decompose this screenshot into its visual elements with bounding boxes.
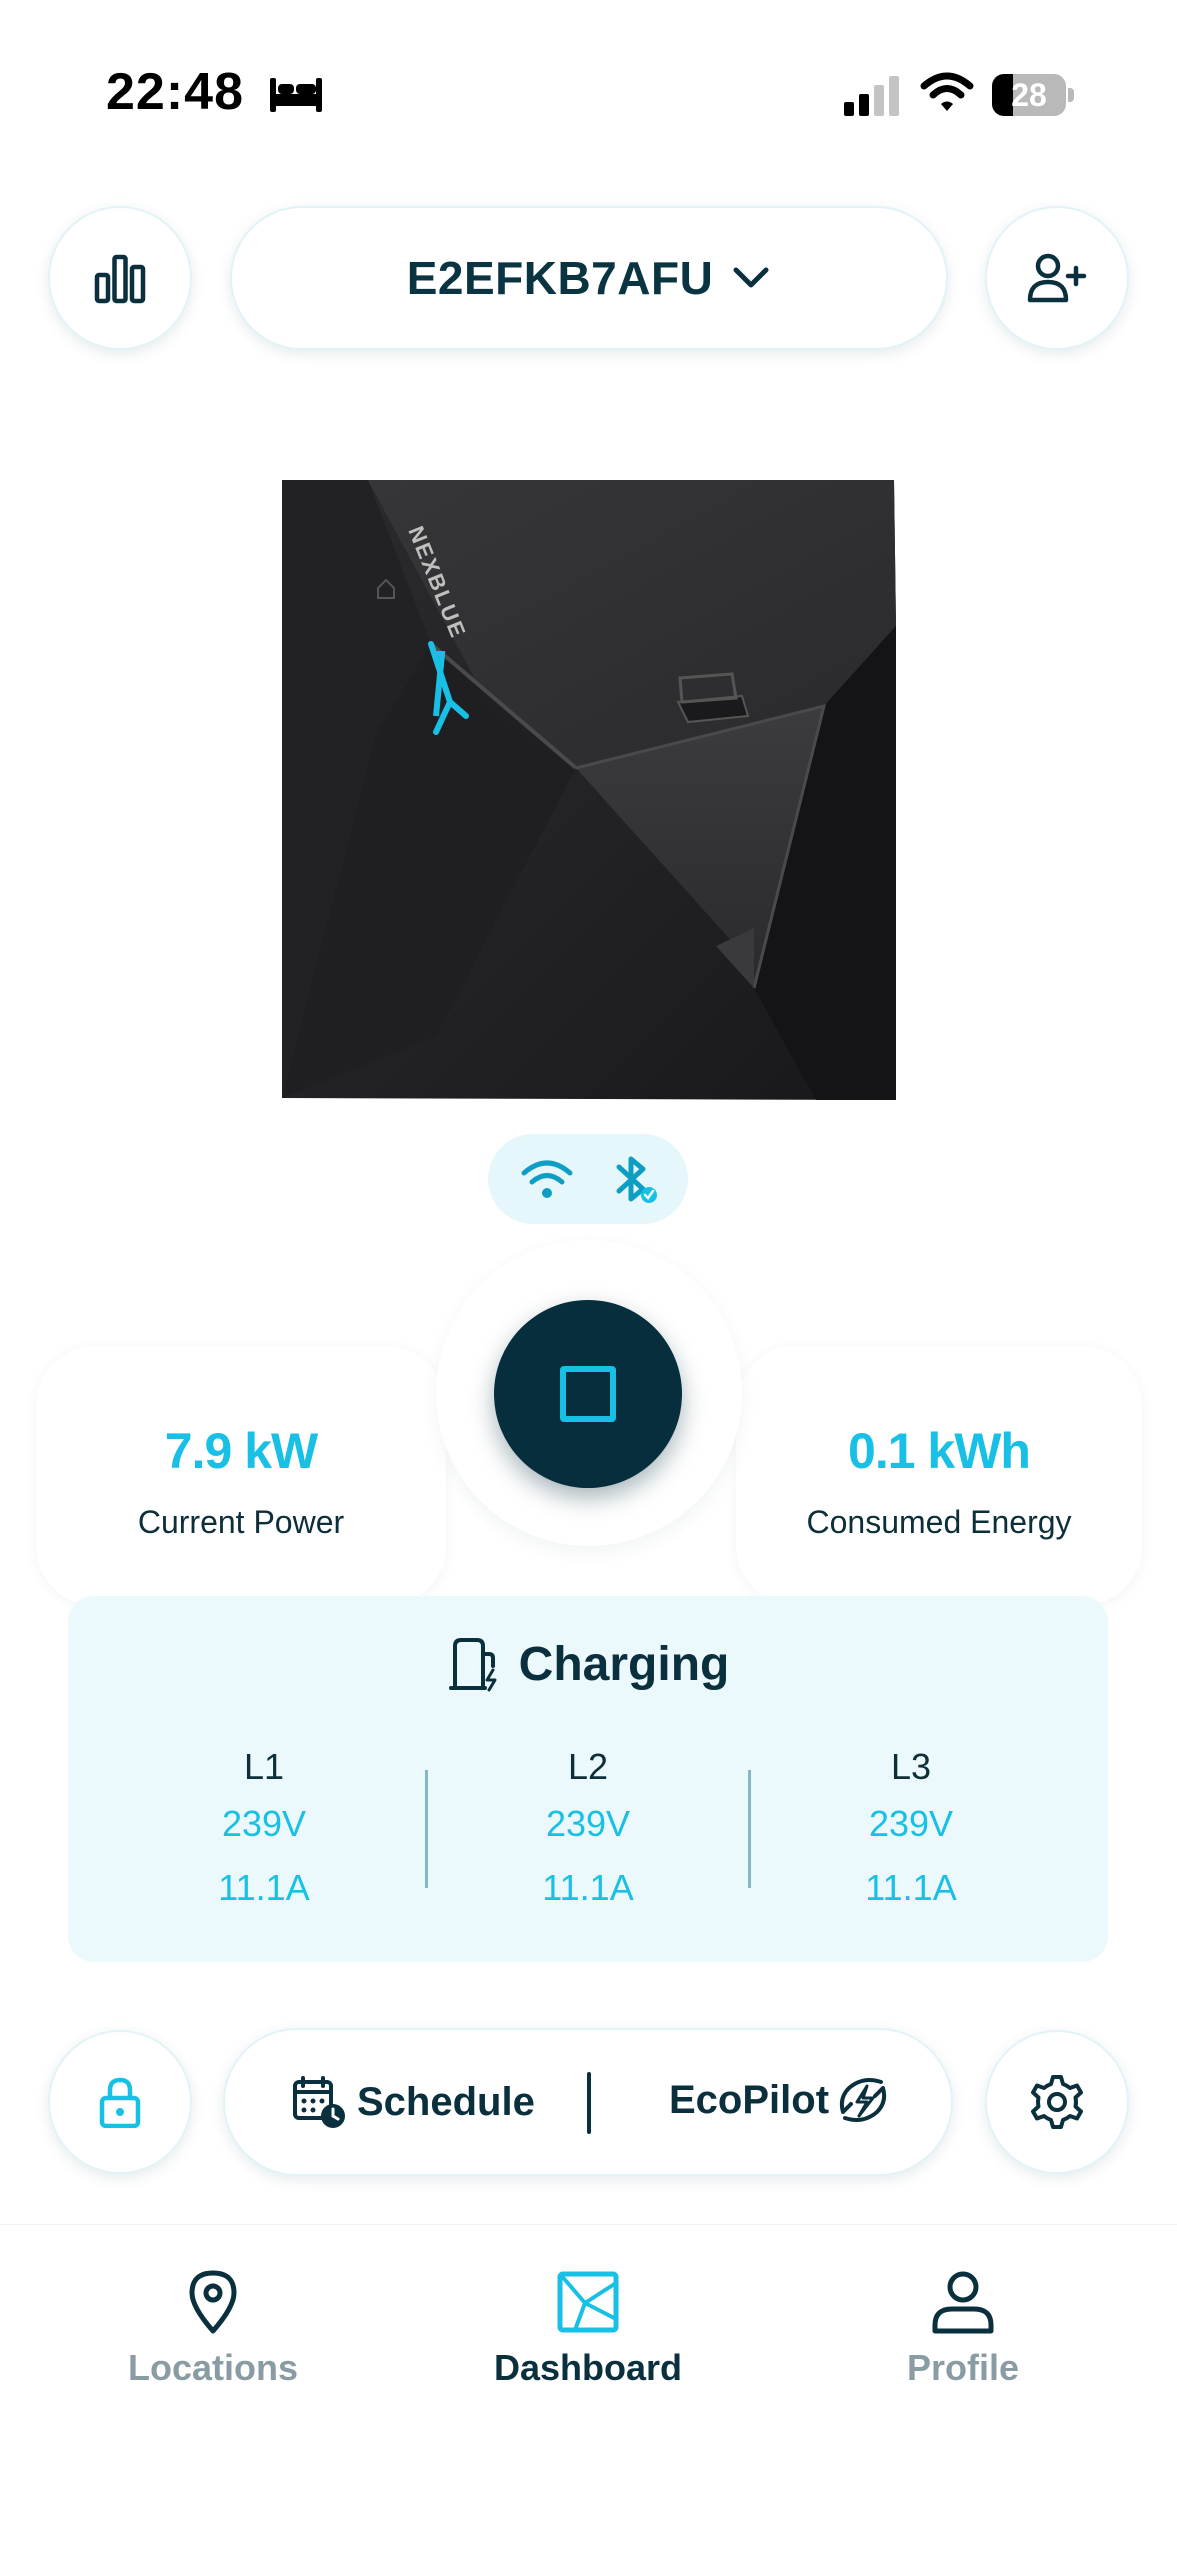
charging-station-icon — [448, 1638, 497, 1692]
stop-charging-button[interactable] — [494, 1300, 682, 1488]
ecopilot-button[interactable]: EcoPilot — [669, 2074, 889, 2126]
consumed-energy-label: Consumed Energy — [806, 1504, 1072, 1540]
current-power-label: Current Power — [137, 1504, 345, 1540]
bed-icon — [270, 78, 322, 112]
phase-current: 11.1A — [542, 1867, 634, 1908]
actions-divider — [587, 2072, 591, 2134]
user-plus-icon — [1027, 253, 1087, 303]
tab-label: Dashboard — [493, 2347, 683, 2388]
battery-percent: 28 — [1011, 77, 1047, 113]
charging-status-text: Charging — [518, 1637, 730, 1691]
tab-locations[interactable]: Locations — [63, 2269, 363, 2389]
device-id: E2EFKB7AFU — [406, 252, 714, 304]
status-bar: 22:48 28 — [0, 0, 1177, 190]
status-time: 22:48 — [106, 63, 244, 121]
consumed-energy-card: 0.1 kWh Consumed Energy — [736, 1346, 1142, 1606]
phase-current: 11.1A — [218, 1867, 310, 1908]
phase-l2: L2 239V 11.1A — [468, 1742, 708, 1920]
tab-profile[interactable]: Profile — [813, 2269, 1113, 2389]
person-icon — [932, 2271, 994, 2334]
phase-current: 11.1A — [865, 1867, 957, 1908]
phase-voltage: 239V — [868, 1803, 954, 1844]
actions-bar: Schedule EcoPilot — [223, 2028, 953, 2176]
map-pin-icon — [189, 2270, 237, 2334]
tab-label: Profile — [906, 2347, 1020, 2388]
phase-l3: L3 239V 11.1A — [791, 1742, 1031, 1920]
schedule-button[interactable]: Schedule — [291, 2074, 535, 2130]
charger-image: NEXBLUE — [282, 480, 896, 1100]
stop-icon — [560, 1366, 616, 1422]
current-power-card: 7.9 kW Current Power — [36, 1346, 446, 1606]
connectivity-status — [488, 1134, 688, 1224]
battery-indicator: 28 — [992, 74, 1074, 116]
phase-name: L1 — [243, 1746, 285, 1787]
current-power-value: 7.9 kW — [164, 1423, 318, 1479]
bottom-tab-bar: Locations Dashboard Profile — [0, 2224, 1177, 2560]
schedule-label: Schedule — [357, 2079, 535, 2124]
charging-status-panel: Charging L1 239V 11.1A L2 239V 11.1A L3 … — [68, 1596, 1108, 1962]
phase-divider — [425, 1770, 428, 1888]
phase-voltage: 239V — [545, 1803, 631, 1844]
cellular-signal-icon — [844, 76, 899, 116]
chevron-down-icon — [733, 267, 769, 288]
settings-button[interactable] — [985, 2030, 1129, 2174]
statistics-button[interactable] — [48, 206, 192, 350]
wifi-icon — [521, 1160, 573, 1198]
phase-voltage: 239V — [221, 1803, 307, 1844]
bluetooth-connected-icon — [616, 1156, 657, 1203]
tab-label: Locations — [127, 2347, 298, 2388]
lock-icon — [99, 2077, 141, 2128]
phase-name: L3 — [890, 1746, 932, 1787]
eco-lightning-icon — [839, 2078, 887, 2122]
dashboard-icon — [557, 2271, 619, 2333]
device-selector[interactable]: E2EFKB7AFU — [230, 206, 948, 350]
ecopilot-label: EcoPilot — [669, 2077, 830, 2122]
tab-dashboard[interactable]: Dashboard — [438, 2269, 738, 2389]
phase-name: L2 — [567, 1746, 609, 1787]
gear-icon — [1031, 2075, 1083, 2129]
phase-l1: L1 239V 11.1A — [144, 1742, 384, 1920]
lock-button[interactable] — [48, 2030, 192, 2174]
charging-title: Charging — [68, 1636, 1108, 1692]
add-user-button[interactable] — [985, 206, 1129, 350]
consumed-energy-value: 0.1 kWh — [848, 1423, 1031, 1479]
bar-chart-icon — [94, 254, 146, 304]
phase-divider — [748, 1770, 751, 1888]
wifi-status-icon — [920, 72, 974, 111]
calendar-clock-icon — [293, 2076, 345, 2128]
